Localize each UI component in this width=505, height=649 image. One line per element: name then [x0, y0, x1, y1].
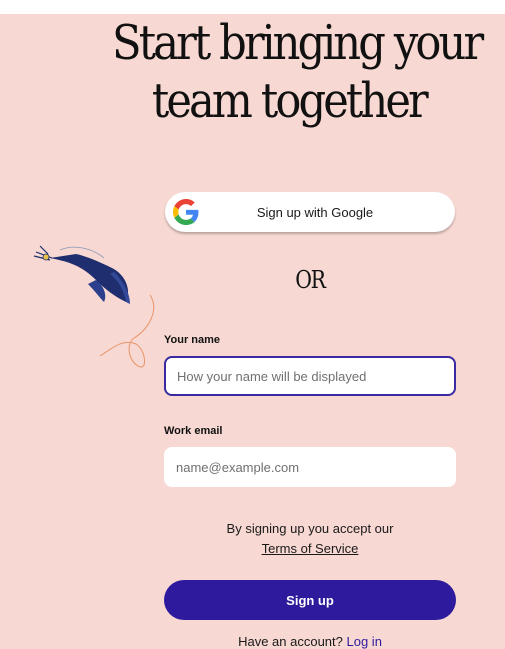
page-title-line-1: Start bringing your [112, 15, 484, 71]
pin-head [42, 253, 50, 261]
log-in-link[interactable]: Log in [347, 634, 382, 649]
name-input[interactable] [164, 356, 456, 396]
sign-up-button[interactable]: Sign up [164, 580, 456, 620]
login-prompt-text: Have an account? [238, 634, 343, 649]
terms-prefix: By signing up you accept our [226, 521, 394, 536]
login-prompt: Have an account? Log in [164, 634, 456, 649]
email-input[interactable] [164, 447, 456, 487]
page-title-line-2: team together [151, 73, 429, 129]
page-title: Start bringing your team together [112, 14, 484, 130]
google-signup-button[interactable]: Sign up with Google [165, 192, 455, 232]
email-label: Work email [164, 425, 223, 437]
google-signup-label: Sign up with Google [256, 204, 374, 220]
or-divider: OR [295, 266, 326, 294]
google-g-icon [173, 199, 199, 225]
top-strip [0, 0, 505, 14]
terms-notice: By signing up you accept our Terms of Se… [164, 519, 456, 559]
terms-of-service-link[interactable]: Terms of Service [262, 541, 359, 556]
orange-curl [99, 294, 155, 368]
name-label: Your name [164, 334, 221, 346]
